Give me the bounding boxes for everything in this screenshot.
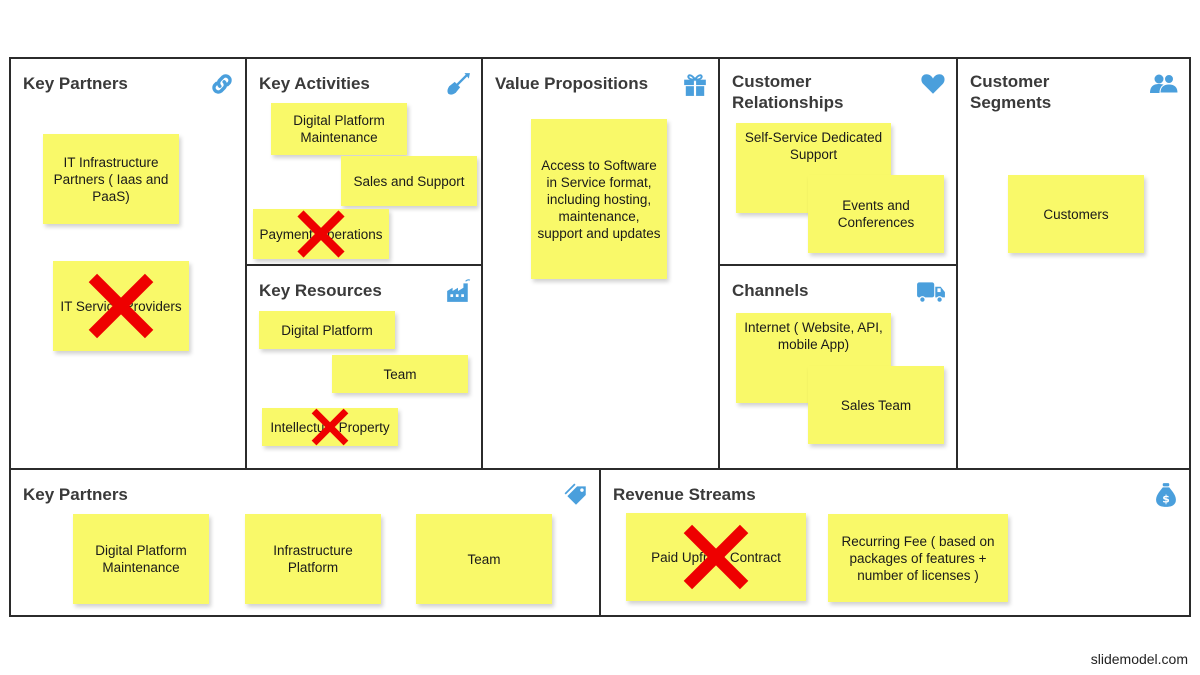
customer-relationships-title: Customer Relationships: [732, 72, 844, 112]
note-text: Sales Team: [840, 397, 912, 413]
note-text: Customers: [1043, 206, 1109, 222]
sticky-note[interactable]: Digital Platform: [259, 311, 395, 349]
key-resources-block: Key Resources Digital Platform Team Inte…: [245, 264, 483, 470]
customer-segments-title: Customer Segments: [970, 72, 1052, 112]
cost-structure-title: Key Partners: [23, 485, 128, 504]
sticky-note-crossed[interactable]: Payment Operations: [253, 209, 389, 259]
money-bag-icon: $: [1153, 482, 1179, 508]
value-propositions-block: Value Propositions Access to Software in…: [481, 57, 720, 470]
sticky-note[interactable]: Access to Software in Service format, in…: [531, 119, 667, 279]
channels-block: Channels Internet ( Website, API, mobile…: [718, 264, 958, 470]
revenue-streams-title: Revenue Streams: [613, 485, 756, 504]
note-text: Intellectual Property: [270, 419, 390, 435]
factory-icon: [445, 278, 471, 304]
channels-title: Channels: [732, 281, 809, 300]
note-text: Internet ( Website, API, mobile App): [744, 320, 883, 352]
note-text: IT Service Providers: [60, 298, 182, 314]
value-propositions-title: Value Propositions: [495, 74, 649, 93]
sticky-note-crossed[interactable]: IT Service Providers: [53, 261, 189, 351]
note-text: Payment Operations: [259, 226, 383, 242]
key-partners-block: Key Partners IT Infrastructure Partners …: [9, 57, 247, 470]
note-text: IT Infrastructure Partners ( Iaas and Pa…: [53, 154, 169, 204]
customer-segments-block: Customer Segments Customers: [956, 57, 1191, 470]
sticky-note[interactable]: Team: [332, 355, 468, 393]
sticky-note[interactable]: Infrastructure Platform: [245, 514, 381, 604]
key-resources-title: Key Resources: [259, 281, 382, 300]
link-icon: [209, 71, 235, 97]
sticky-note-crossed[interactable]: Paid Upfront Contract: [626, 513, 806, 601]
key-activities-block: Key Activities Digital Platform Maintena…: [245, 57, 483, 266]
sticky-note[interactable]: Events and Conferences: [808, 175, 944, 253]
customer-relationships-block: Customer Relationships Self-Service Dedi…: [718, 57, 958, 266]
sticky-note[interactable]: Recurring Fee ( based on packages of fea…: [828, 514, 1008, 602]
tag-icon: [563, 482, 589, 508]
sticky-note[interactable]: Digital Platform Maintenance: [73, 514, 209, 604]
note-text: Digital Platform Maintenance: [293, 113, 385, 145]
note-text: Infrastructure Platform: [273, 543, 353, 575]
revenue-streams-block: Revenue Streams $ Paid Upfront Contract …: [599, 468, 1191, 617]
note-text: Team: [467, 551, 501, 567]
shovel-icon: [445, 71, 471, 97]
sticky-note-crossed[interactable]: Intellectual Property: [262, 408, 398, 446]
key-activities-title: Key Activities: [259, 74, 370, 93]
credit-text: slidemodel.com: [1090, 651, 1188, 667]
sticky-note[interactable]: Team: [416, 514, 552, 604]
sticky-note[interactable]: IT Infrastructure Partners ( Iaas and Pa…: [43, 134, 179, 224]
users-icon: [1149, 71, 1179, 97]
sticky-note[interactable]: Customers: [1008, 175, 1144, 253]
note-text: Events and Conferences: [837, 198, 915, 230]
sticky-note[interactable]: Sales and Support: [341, 156, 477, 206]
note-text: Sales and Support: [353, 173, 465, 189]
sticky-note[interactable]: Sales Team: [808, 366, 944, 444]
gift-icon: [682, 71, 708, 97]
cost-structure-block: Key Partners Digital Platform Maintenanc…: [9, 468, 601, 617]
note-text: Team: [383, 366, 417, 382]
heart-icon: [920, 71, 946, 97]
key-partners-title: Key Partners: [23, 74, 128, 93]
note-text: Digital Platform: [281, 322, 373, 338]
note-text: Self-Service Dedicated Support: [744, 130, 883, 162]
truck-icon: [916, 278, 946, 304]
svg-text:$: $: [1162, 493, 1170, 506]
note-text: Digital Platform Maintenance: [95, 543, 187, 575]
note-text: Recurring Fee ( based on packages of fea…: [841, 533, 995, 583]
note-text: Paid Upfront Contract: [651, 549, 781, 565]
sticky-note[interactable]: Digital Platform Maintenance: [271, 103, 407, 155]
note-text: Access to Software in Service format, in…: [537, 157, 661, 241]
